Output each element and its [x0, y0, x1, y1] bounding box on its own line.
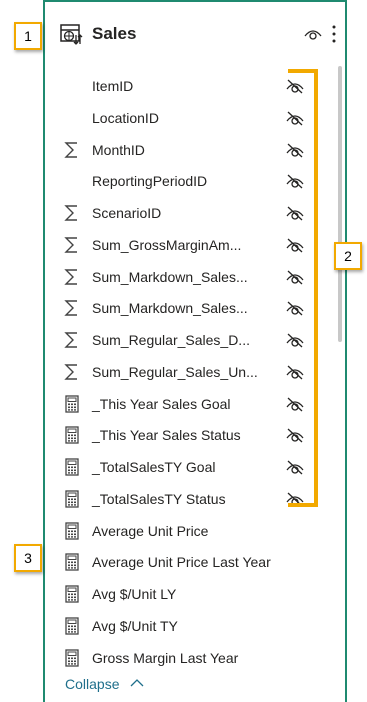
field-row[interactable]: Avg $/Unit LY — [45, 582, 345, 606]
field-label: _TotalSalesTY Status — [92, 490, 226, 507]
field-label: Sum_GrossMarginAm... — [92, 236, 242, 253]
field-row[interactable]: Average Unit Price — [45, 519, 345, 543]
callout-1: 1 — [14, 22, 42, 50]
field-label: MonthID — [92, 141, 145, 158]
more-options-icon[interactable] — [331, 23, 337, 45]
field-label: _TotalSalesTY Goal — [92, 459, 216, 475]
field-label: Sum_Markdown_Sales... — [92, 300, 248, 317]
field-label: ScenarioID — [92, 205, 162, 221]
sigma-icon — [64, 364, 77, 380]
field-row[interactable]: Avg $/Unit TY — [45, 614, 345, 638]
sigma-icon — [64, 205, 77, 221]
field-label: LocationID — [92, 109, 159, 126]
field-label: Average Unit Price — [92, 522, 209, 539]
field-label: Sum_Markdown_Sales... — [92, 268, 248, 285]
sigma-icon — [64, 332, 77, 348]
calculator-icon — [65, 490, 79, 508]
field-label: Avg $/Unit TY — [92, 617, 178, 634]
field-label: Sum_Regular_Sales_Un... — [92, 363, 258, 380]
calculator-icon — [65, 617, 79, 635]
calculator-icon — [65, 585, 79, 603]
callout-2: 2 — [334, 242, 362, 270]
calculator-icon — [65, 394, 79, 413]
field-label: Gross Margin Last Year — [92, 649, 239, 666]
eye-icon[interactable] — [304, 27, 322, 41]
field-label: ReportingPeriodID — [92, 173, 208, 190]
calculator-icon — [65, 458, 79, 476]
sigma-icon — [64, 300, 77, 316]
field-label: _This Year Sales Goal — [92, 395, 231, 412]
field-label: Average Unit Price Last Year — [92, 554, 271, 571]
calculator-icon — [65, 648, 79, 667]
callout-3: 3 — [14, 544, 42, 572]
field-label: Avg $/Unit LY — [92, 586, 177, 602]
sigma-icon — [64, 268, 77, 285]
chevron-up-icon[interactable] — [129, 676, 145, 690]
field-label: _This Year Sales Status — [92, 427, 241, 444]
field-label: Sum_Regular_Sales_D... — [92, 332, 250, 348]
field-row[interactable]: Average Unit Price Last Year — [45, 550, 345, 574]
calculator-icon — [65, 426, 79, 444]
field-label: ItemID — [92, 78, 134, 94]
panel-top-border — [45, 0, 345, 2]
collapse-link[interactable]: Collapse — [65, 676, 119, 692]
table-icon — [60, 24, 83, 45]
calculator-icon — [65, 553, 79, 571]
sigma-icon — [64, 141, 77, 158]
field-row[interactable]: Gross Margin Last Year — [45, 646, 345, 670]
annotation-bracket — [288, 69, 318, 507]
table-name: Sales — [92, 24, 137, 43]
table-header[interactable]: Sales — [45, 18, 345, 50]
calculator-icon — [65, 521, 79, 540]
sigma-icon — [64, 237, 77, 253]
